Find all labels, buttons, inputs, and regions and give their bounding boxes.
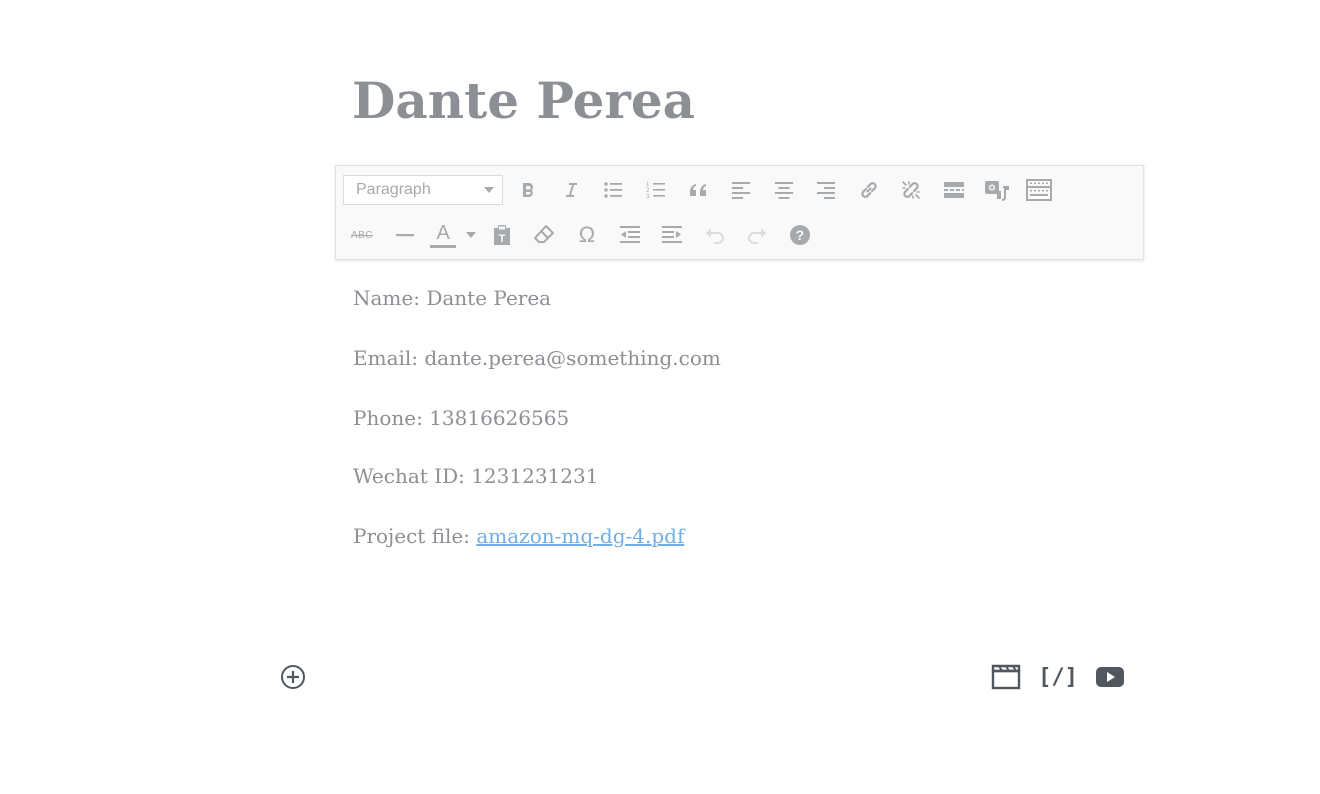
bold-icon xyxy=(523,183,533,197)
help-icon: ? xyxy=(789,225,810,245)
svg-text:3: 3 xyxy=(646,194,650,200)
unlink-icon xyxy=(902,181,921,199)
toolbar-row-1: Paragraph 1 2 3 xyxy=(336,168,1062,212)
youtube-icon xyxy=(1096,667,1124,687)
bold-button[interactable] xyxy=(508,172,548,208)
project-file-line: Project file: amazon-mq-dg-4.pdf xyxy=(353,521,721,551)
horizontal-line-icon xyxy=(395,234,414,237)
outdent-icon xyxy=(619,226,640,243)
post-content[interactable]: Name: Dante Perea Email: dante.perea@som… xyxy=(353,283,721,551)
outdent-button[interactable] xyxy=(610,217,650,253)
link-button[interactable] xyxy=(849,172,889,208)
read-more-button[interactable] xyxy=(934,172,974,208)
image-text-icon xyxy=(984,181,1009,201)
numbered-list-icon: 1 2 3 xyxy=(646,182,665,200)
text-color-button[interactable]: A xyxy=(427,217,479,253)
special-character-button[interactable]: Ω xyxy=(567,217,607,253)
blockquote-icon xyxy=(690,184,707,196)
indent-button[interactable] xyxy=(652,217,692,253)
align-left-button[interactable] xyxy=(721,172,761,208)
redo-button[interactable] xyxy=(737,217,777,253)
horizontal-line-button[interactable] xyxy=(385,217,425,253)
video-button[interactable] xyxy=(988,660,1024,694)
redo-icon xyxy=(748,228,767,244)
svg-text:T: T xyxy=(498,233,505,245)
blockquote-button[interactable] xyxy=(678,172,718,208)
name-line: Name: Dante Perea xyxy=(353,286,552,310)
format-select[interactable]: Paragraph xyxy=(343,175,503,205)
bullet-list-button[interactable] xyxy=(593,172,633,208)
undo-button[interactable] xyxy=(695,217,735,253)
align-right-icon xyxy=(817,182,836,199)
indent-icon xyxy=(662,226,683,243)
shortcode-button[interactable]: [/] xyxy=(1038,660,1078,694)
email-line: Email: dante.perea@something.com xyxy=(353,346,721,370)
post-title[interactable]: Dante Perea xyxy=(352,66,695,136)
align-left-icon xyxy=(731,182,750,199)
paste-text-icon: T xyxy=(493,225,510,245)
read-more-icon xyxy=(943,182,964,198)
phone-line: Phone: 13816626565 xyxy=(353,406,570,430)
chevron-down-icon xyxy=(484,187,494,193)
bullet-list-icon xyxy=(604,182,623,198)
clear-formatting-button[interactable] xyxy=(524,217,564,253)
help-button[interactable]: ? xyxy=(780,217,820,253)
numbered-list-button[interactable]: 1 2 3 xyxy=(636,172,676,208)
clear-formatting-icon xyxy=(534,225,555,243)
special-character-icon: Ω xyxy=(578,222,596,247)
toolbar-toggle-button[interactable] xyxy=(1019,172,1059,208)
add-block-button[interactable] xyxy=(280,664,306,690)
toolbar-row-2: ABC A T Ω ? xyxy=(336,213,823,257)
shortcode-icon: [/] xyxy=(1038,664,1078,690)
unlink-button[interactable] xyxy=(891,172,931,208)
strikethrough-button[interactable]: ABC xyxy=(342,217,382,253)
editor-toolbar: Paragraph 1 2 3 ABC A T Ω ? xyxy=(335,165,1144,260)
align-right-button[interactable] xyxy=(806,172,846,208)
italic-button[interactable] xyxy=(551,172,591,208)
add-block-icon xyxy=(281,665,305,689)
video-icon xyxy=(991,664,1021,690)
paste-text-button[interactable]: T xyxy=(482,217,522,253)
youtube-button[interactable] xyxy=(1092,660,1128,694)
italic-icon xyxy=(565,183,577,197)
align-center-button[interactable] xyxy=(764,172,804,208)
strikethrough-icon: ABC xyxy=(350,229,374,241)
text-color-icon: A xyxy=(430,223,457,248)
editor-page: Dante Perea Paragraph 1 2 3 ABC A T Ω ? … xyxy=(0,0,1320,794)
chevron-down-icon[interactable] xyxy=(466,232,477,238)
toolbar-toggle-icon xyxy=(1026,179,1053,201)
align-center-icon xyxy=(774,182,793,199)
link-icon xyxy=(861,182,877,198)
undo-icon xyxy=(705,228,724,244)
project-file-link[interactable]: amazon-mq-dg-4.pdf xyxy=(476,524,684,548)
embed-toolbar: [/] xyxy=(988,660,1144,694)
format-select-value: Paragraph xyxy=(356,181,431,198)
image-text-button[interactable] xyxy=(977,172,1017,208)
project-file-label: Project file: xyxy=(353,524,477,548)
wechat-line: Wechat ID: 1231231231 xyxy=(353,464,599,488)
